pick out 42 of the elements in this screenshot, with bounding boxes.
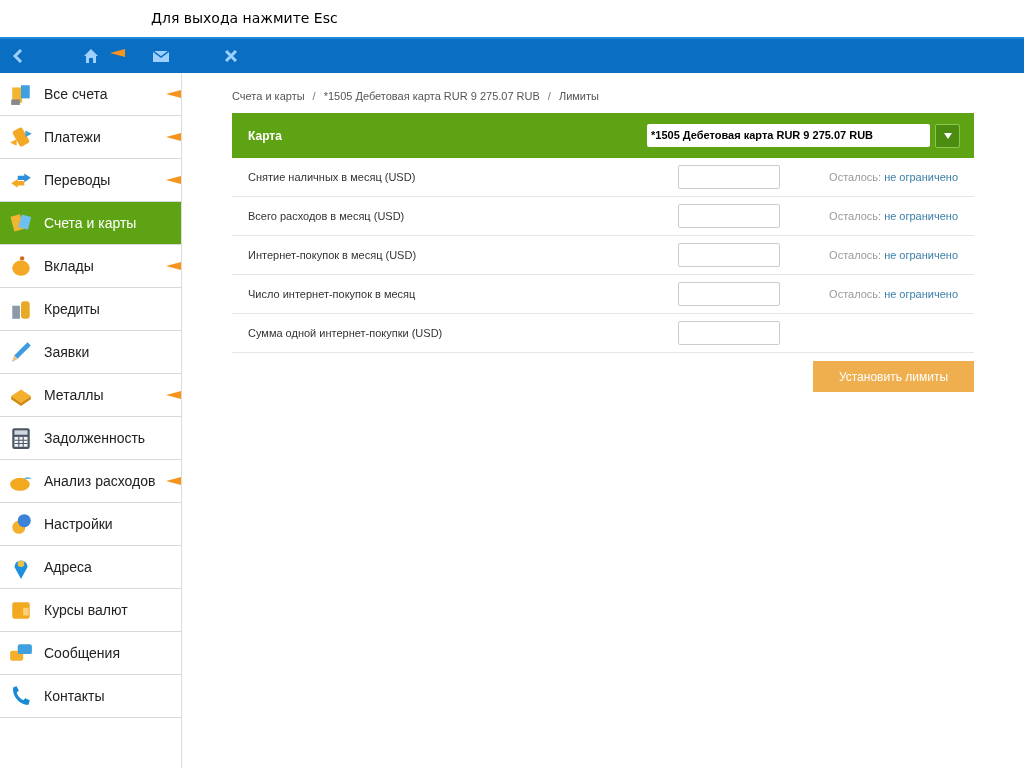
limit-label: Снятие наличных в месяц (USD) [248,169,417,185]
limit-label: Сумма одной интернет-покупки (USD) [248,325,444,341]
remaining-label: Осталось: [829,247,882,263]
pointer-arrow-icon [110,49,125,57]
breadcrumb-current: Лимиты [558,88,599,104]
close-icon[interactable] [225,50,237,62]
remaining-label: Осталось: [829,286,882,302]
limit-input[interactable] [678,204,780,228]
pointer-arrow-icon [166,176,181,184]
pointer-arrow-icon [166,90,181,98]
remaining-label: Осталось: [829,208,882,224]
limit-label: Число интернет-покупок в месяц [248,286,417,302]
home-icon[interactable] [84,49,98,63]
exit-hint: Для выхода нажмите Esc [151,9,338,28]
limit-label: Всего расходов в месяц (USD) [248,208,406,224]
remaining-value: не ограничено [884,169,958,185]
remaining-value: не ограничено [884,286,958,302]
remaining-value: не ограничено [884,247,958,263]
breadcrumb-separator: / [312,88,316,104]
breadcrumb-link[interactable]: Счета и карты [232,87,305,105]
remaining-value: не ограничено [884,208,958,224]
breadcrumb-link[interactable]: *1505 Дебетовая карта RUR 9 275.07 RUB [323,87,540,105]
pencil-icon [9,340,33,364]
calculator-icon [9,426,33,450]
limit-label: Интернет-покупок в месяц (USD) [248,247,418,263]
back-icon[interactable] [13,49,23,63]
limit-input[interactable] [678,165,780,189]
breadcrumb-separator: / [547,88,551,104]
limit-input[interactable] [678,282,780,306]
limit-input[interactable] [678,321,780,345]
piggy-bank-icon [9,254,33,278]
caret-icon [943,132,952,139]
dropdown-button[interactable] [935,123,960,148]
pointer-arrow-icon [166,477,181,485]
pointer-arrow-icon [166,262,181,270]
pointer-arrow-icon [166,133,181,141]
mail-icon[interactable] [153,50,169,62]
pointer-arrow-icon [166,391,181,399]
limit-input[interactable] [678,243,780,267]
card-label: Карта [248,127,282,145]
card-select[interactable]: *1505 Дебетовая карта RUR 9 275.07 RUB [647,124,930,147]
remaining-label: Осталось: [829,169,882,185]
